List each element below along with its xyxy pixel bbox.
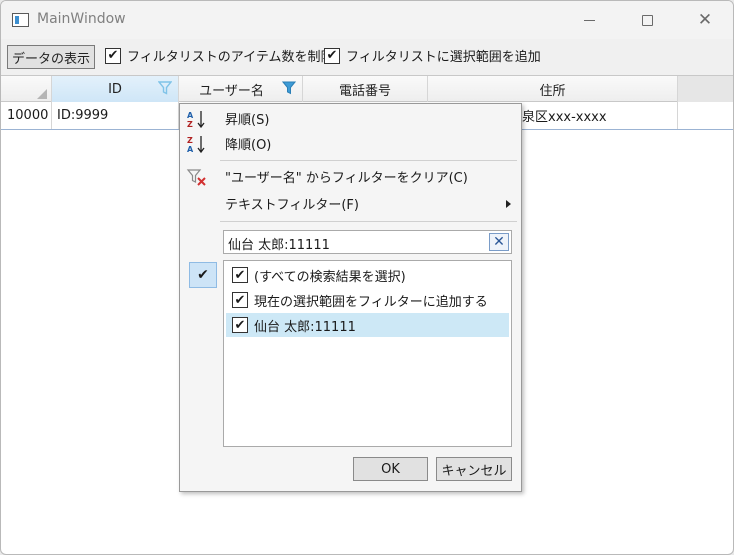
check-icon: ✔ xyxy=(234,292,246,308)
list-item-value[interactable]: ✔ 仙台 太郎:11111 xyxy=(226,313,509,337)
cell-address[interactable]: 泉区xxx-xxxx xyxy=(522,102,678,129)
submenu-arrow-icon xyxy=(506,200,511,208)
minimize-icon xyxy=(583,19,595,21)
maximize-button[interactable] xyxy=(618,1,676,39)
select-all-corner[interactable] xyxy=(1,76,52,102)
limit-items-checkbox[interactable]: ✔ フィルタリストのアイテム数を制限 xyxy=(105,46,333,65)
menu-separator xyxy=(220,160,517,161)
column-header-label: 住所 xyxy=(539,83,566,99)
menu-label: "ユーザー名" からフィルターをクリア(C) xyxy=(225,171,468,186)
menu-sort-ascending[interactable]: A Z 昇順(S) xyxy=(180,106,521,131)
svg-text:Z: Z xyxy=(187,120,193,129)
svg-text:Z: Z xyxy=(187,136,193,145)
column-header-label: ID xyxy=(108,81,122,97)
menu-label: 降順(O) xyxy=(225,138,272,153)
filter-funnel-icon[interactable] xyxy=(158,81,172,95)
sort-descending-icon: Z A xyxy=(187,136,205,154)
column-header-address[interactable]: 住所 xyxy=(428,76,678,102)
check-icon: ✔ xyxy=(234,317,246,333)
list-item-select-all-results[interactable]: ✔ (すべての検索結果を選択) xyxy=(226,263,509,287)
close-icon: ✕ xyxy=(697,10,713,30)
list-item-add-selection[interactable]: ✔ 現在の選択範囲をフィルターに追加する xyxy=(226,288,509,312)
column-header-id[interactable]: ID xyxy=(52,76,179,102)
menu-clear-filter[interactable]: "ユーザー名" からフィルターをクリア(C) xyxy=(180,164,521,189)
sort-ascending-icon: A Z xyxy=(187,111,205,129)
limit-items-label: フィルタリストのアイテム数を制限 xyxy=(127,50,334,65)
grid-header-row: ID ユーザー名 電話番号 住所 xyxy=(1,75,733,102)
menu-label: 昇順(S) xyxy=(225,113,270,128)
app-icon xyxy=(12,13,29,27)
select-all-icon xyxy=(37,89,47,99)
column-header-phone[interactable]: 電話番号 xyxy=(303,76,428,102)
add-selection-label: フィルタリストに選択範囲を追加 xyxy=(346,50,541,65)
menu-separator xyxy=(220,221,517,222)
window-title: MainWindow xyxy=(37,11,126,27)
filter-search-input[interactable]: 仙台 太郎:11111 ✕ xyxy=(223,230,512,254)
filter-funnel-active-icon[interactable] xyxy=(282,81,296,95)
column-header-label: 電話番号 xyxy=(338,83,391,99)
add-selection-checkbox[interactable]: ✔ フィルタリストに選択範囲を追加 xyxy=(324,46,541,65)
checkbox-box[interactable]: ✔ xyxy=(105,47,121,64)
menu-label: テキストフィルター(F) xyxy=(225,198,359,213)
maximize-icon xyxy=(641,14,653,26)
menu-sort-descending[interactable]: Z A 降順(O) xyxy=(180,131,521,156)
close-button[interactable]: ✕ xyxy=(676,1,733,39)
column-header-username[interactable]: ユーザー名 xyxy=(179,76,303,102)
list-item-label: 現在の選択範囲をフィルターに追加する xyxy=(254,294,488,310)
filter-search-value[interactable]: 仙台 太郎:11111 xyxy=(228,234,330,253)
check-icon: ✔ xyxy=(234,267,246,283)
check-icon: ✔ xyxy=(326,48,338,63)
check-icon: ✔ xyxy=(107,48,119,63)
cell-id[interactable]: ID:9999 xyxy=(52,102,179,129)
column-header-label: ユーザー名 xyxy=(199,83,264,99)
menu-text-filter[interactable]: テキストフィルター(F) xyxy=(180,191,521,216)
checkbox-box[interactable]: ✔ xyxy=(232,317,248,333)
ok-button[interactable]: OK xyxy=(353,457,428,481)
clear-filter-icon xyxy=(186,169,206,186)
minimize-button[interactable] xyxy=(560,1,618,39)
toolbar: データの表示 ✔ フィルタリストのアイテム数を制限 ✔ フィルタリストに選択範囲… xyxy=(1,39,733,75)
column-header-filler xyxy=(678,76,733,102)
cancel-button[interactable]: キャンセル xyxy=(436,457,512,481)
svg-text:A: A xyxy=(187,145,194,154)
list-item-label: 仙台 太郎:11111 xyxy=(254,319,356,335)
clear-search-button[interactable]: ✕ xyxy=(489,233,509,251)
checkbox-box[interactable]: ✔ xyxy=(232,292,248,308)
checkbox-box[interactable]: ✔ xyxy=(232,267,248,283)
clear-x-icon: ✕ xyxy=(493,234,505,250)
main-window: MainWindow ✕ データの表示 ✔ フィルタリストのアイテム数を制限 ✔… xyxy=(0,0,734,555)
svg-text:A: A xyxy=(187,111,194,120)
show-data-button[interactable]: データの表示 xyxy=(7,45,95,69)
column-filter-popup: A Z 昇順(S) Z A 降順(O) "ユーザー名" からフィルターをクリア(… xyxy=(179,103,522,492)
list-item-label: (すべての検索結果を選択) xyxy=(254,269,406,285)
row-header[interactable]: 10000 xyxy=(1,102,52,129)
title-bar: MainWindow ✕ xyxy=(1,1,733,39)
filter-values-list: ✔ (すべての検索結果を選択) ✔ 現在の選択範囲をフィルターに追加する ✔ 仙… xyxy=(223,260,512,447)
check-tile-icon: ✔ xyxy=(189,262,217,288)
check-icon: ✔ xyxy=(197,267,209,283)
checkbox-box[interactable]: ✔ xyxy=(324,47,340,64)
